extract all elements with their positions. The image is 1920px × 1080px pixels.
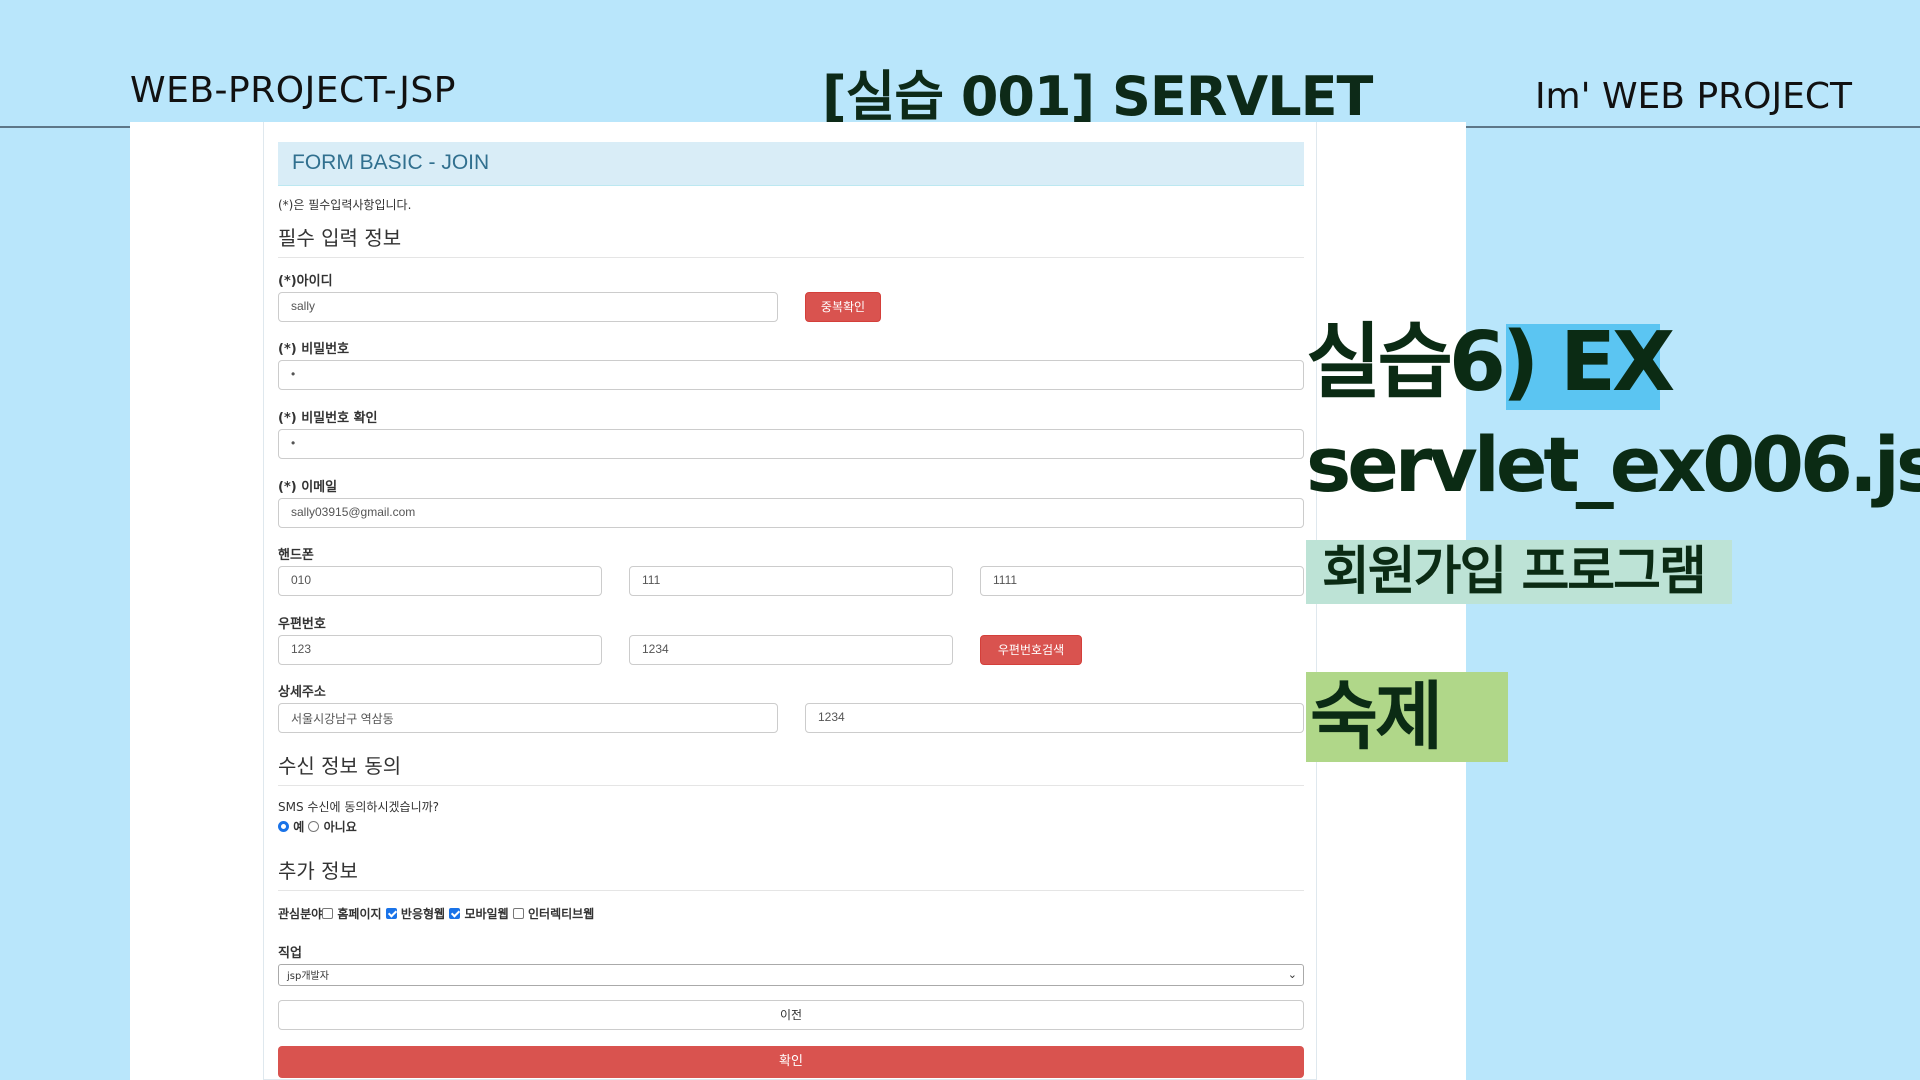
job-select-value: jsp개발자 (287, 971, 329, 982)
section-required-info: 필수 입력 정보 (278, 222, 1304, 258)
address-input-2[interactable]: 1234 (805, 703, 1304, 733)
sms-no-radio[interactable] (308, 821, 320, 832)
join-form-card: FORM BASIC - JOIN (*)은 필수입력사항입니다. 필수 입력 … (263, 122, 1317, 1080)
zip-label: 우편번호 (278, 617, 326, 632)
phone-input-2[interactable]: 111 (629, 566, 953, 596)
prev-button[interactable]: 이전 (278, 1000, 1304, 1030)
sms-options: 예 아니요 (278, 818, 357, 835)
job-label: 직업 (278, 946, 302, 961)
interest-interactive-checkbox[interactable] (512, 908, 524, 919)
interest-row: 관심분야 홈페이지 반응형웹 모바일웹 인터렉티브웹 (278, 905, 594, 922)
interest-responsive-checkbox[interactable] (385, 908, 397, 919)
form-title: FORM BASIC - JOIN (278, 142, 1304, 186)
section-extra: 추가 정보 (278, 855, 1304, 891)
interest-interactive-label[interactable]: 인터렉티브웹 (528, 907, 594, 921)
email-label: (*) 이메일 (278, 480, 338, 495)
chevron-down-icon: ⌄ (1287, 968, 1297, 981)
overlay-filename: servlet_ex006.jsp (1306, 420, 1920, 509)
header-center-title: [실습 001] SERVLET (822, 65, 1373, 128)
header-left-title: WEB-PROJECT-JSP (130, 70, 456, 111)
duplicate-check-button[interactable]: 중복확인 (805, 292, 881, 322)
submit-button[interactable]: 확인 (278, 1046, 1304, 1078)
interest-mobile-checkbox[interactable] (449, 908, 461, 919)
section-consent: 수신 정보 동의 (278, 750, 1304, 786)
overlay-program-name: 회원가입 프로그램 (1322, 542, 1707, 602)
password-confirm-input[interactable]: • (278, 429, 1304, 459)
phone-input-1[interactable]: 010 (278, 566, 602, 596)
interest-label: 관심분야 (278, 907, 323, 921)
interest-homepage-label[interactable]: 홈페이지 (337, 907, 381, 921)
job-select[interactable]: jsp개발자 ⌄ (278, 964, 1304, 986)
password-confirm-label: (*) 비밀번호 확인 (278, 411, 378, 426)
sms-yes-radio[interactable] (278, 821, 289, 832)
password-label: (*) 비밀번호 (278, 342, 350, 357)
id-label: (*)아이디 (278, 274, 333, 289)
email-input[interactable]: sally03915@gmail.com (278, 498, 1304, 528)
sms-yes-label[interactable]: 예 (293, 820, 304, 834)
interest-mobile-label[interactable]: 모바일웹 (464, 907, 508, 921)
header-right-title: Im' WEB PROJECT (1534, 76, 1852, 117)
address-input-1[interactable]: 서울시강남구 역삼동 (278, 703, 778, 733)
interest-responsive-label[interactable]: 반응형웹 (401, 907, 445, 921)
overlay-exercise-title: 실습6) EX (1306, 315, 1675, 410)
zip-input-2[interactable]: 1234 (629, 635, 953, 665)
id-input[interactable]: sally (278, 292, 778, 322)
sms-question: SMS 수신에 동의하시겠습니까? (278, 800, 440, 814)
password-input[interactable]: • (278, 360, 1304, 390)
address-label: 상세주소 (278, 685, 326, 700)
sms-no-label[interactable]: 아니요 (324, 820, 357, 834)
interest-homepage-checkbox[interactable] (322, 908, 334, 919)
zip-search-button[interactable]: 우편번호검색 (980, 635, 1082, 665)
phone-input-3[interactable]: 1111 (980, 566, 1304, 596)
phone-label: 핸드폰 (278, 548, 314, 563)
zip-input-1[interactable]: 123 (278, 635, 602, 665)
required-note: (*)은 필수입력사항입니다. (278, 198, 412, 212)
overlay-homework: 숙제 (1310, 674, 1443, 760)
